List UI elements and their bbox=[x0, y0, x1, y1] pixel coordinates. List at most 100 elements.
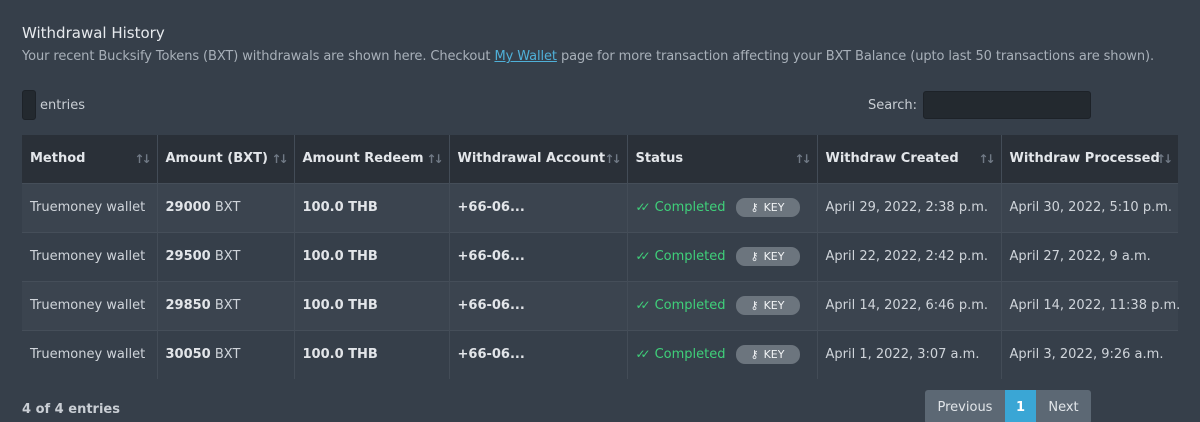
column-header-label: Amount (BXT) bbox=[165, 151, 268, 167]
cell-withdraw-created: April 14, 2022, 6:46 p.m. bbox=[817, 280, 1002, 330]
cell-amount-redeem: 100.0 THB bbox=[294, 231, 450, 281]
column-header-label: Method bbox=[30, 151, 86, 167]
next-button[interactable]: Next bbox=[1036, 390, 1091, 422]
status-text: Completed bbox=[654, 297, 726, 313]
column-header-amount[interactable]: Amount (BXT) ↑↓ bbox=[157, 135, 295, 183]
amount-value: 30050 bbox=[165, 347, 211, 363]
cell-withdraw-created: April 22, 2022, 2:42 p.m. bbox=[817, 231, 1002, 281]
key-button[interactable]: ⚷ KEY bbox=[735, 345, 800, 365]
key-button-label: KEY bbox=[763, 201, 785, 214]
key-icon: ⚷ bbox=[750, 201, 759, 214]
sort-arrows-icon: ↑↓ bbox=[604, 152, 621, 166]
cell-withdrawal-account: +66-06... bbox=[449, 280, 628, 330]
previous-button[interactable]: Previous bbox=[925, 390, 1005, 422]
column-header-withdrawal-account[interactable]: Withdrawal Account ↑↓ bbox=[449, 135, 628, 183]
amount-unit: BXT bbox=[214, 200, 241, 215]
description-text-end: page for more transaction affecting your… bbox=[556, 49, 1154, 64]
column-header-method[interactable]: Method ↑↓ bbox=[22, 135, 158, 183]
search-input[interactable] bbox=[923, 91, 1091, 119]
key-button[interactable]: ⚷ KEY bbox=[735, 198, 800, 217]
table-header-row: Method ↑↓ Amount (BXT) ↑↓ Amount Redeem ↑↓ … bbox=[22, 135, 1178, 183]
cell-amount-redeem: 100.0 THB bbox=[294, 182, 450, 232]
cell-withdraw-processed: April 27, 2022, 9 a.m. bbox=[1001, 231, 1178, 281]
key-button[interactable]: ⚷ KEY bbox=[735, 296, 800, 315]
column-header-withdraw-created[interactable]: Withdraw Created ↑↓ bbox=[817, 135, 1002, 183]
table-info: 4 of 4 entries bbox=[22, 402, 120, 417]
double-check-icon: ✓✓ bbox=[635, 347, 651, 362]
key-button-label: KEY bbox=[763, 250, 785, 263]
key-button-label: KEY bbox=[763, 299, 785, 312]
amount-value: 29500 bbox=[165, 249, 211, 264]
description-text-start: Your recent Bucksify Tokens (BXT) withdr… bbox=[22, 49, 495, 64]
key-icon: ⚷ bbox=[750, 299, 759, 312]
cell-method: Truemoney wallet bbox=[22, 280, 158, 330]
sort-arrows-icon: ↑↓ bbox=[978, 152, 995, 166]
status-text: Completed bbox=[654, 346, 726, 362]
column-header-label: Withdraw Processed bbox=[1009, 151, 1160, 167]
key-button-label: KEY bbox=[763, 348, 785, 362]
column-header-withdraw-processed[interactable]: Withdraw Processed ↑↓ bbox=[1001, 135, 1178, 183]
key-icon: ⚷ bbox=[750, 250, 759, 263]
amount-value: 29850 bbox=[165, 298, 211, 313]
cell-amount-redeem: 100.0 THB bbox=[294, 329, 450, 379]
cell-amount: 30050 BXT bbox=[157, 329, 295, 379]
column-header-status[interactable]: Status ↑↓ bbox=[627, 135, 818, 183]
cell-withdraw-processed: April 14, 2022, 11:38 p.m. bbox=[1001, 280, 1180, 330]
column-header-amount-redeem[interactable]: Amount Redeem ↑↓ bbox=[294, 135, 450, 183]
cell-amount: 29850 BXT bbox=[157, 280, 295, 330]
sort-arrows-icon: ↑↓ bbox=[271, 152, 288, 166]
search-label: Search: bbox=[867, 97, 917, 113]
cell-method: Truemoney wallet bbox=[22, 182, 158, 232]
my-wallet-link[interactable]: My Wallet bbox=[494, 49, 557, 64]
sort-arrows-icon: ↑↓ bbox=[1155, 152, 1173, 166]
status-text: Completed bbox=[654, 199, 726, 215]
sort-arrows-icon: ↑↓ bbox=[794, 152, 811, 166]
page-1-button[interactable]: 1 bbox=[1005, 390, 1036, 422]
status-badge: ✓✓ Completed bbox=[636, 298, 726, 313]
table-row: Truemoney wallet 30050 BXT 100.0 THB +66… bbox=[22, 329, 1178, 379]
cell-method: Truemoney wallet bbox=[22, 329, 158, 379]
cell-withdrawal-account: +66-06... bbox=[449, 182, 628, 232]
withdrawal-table: Method ↑↓ Amount (BXT) ↑↓ Amount Redeem ↑↓ … bbox=[22, 135, 1180, 379]
table-row: Truemoney wallet 29500 BXT 100.0 THB +66… bbox=[22, 231, 1178, 281]
cell-status: ✓✓ Completed ⚷ KEY bbox=[627, 182, 818, 232]
cell-withdraw-created: April 29, 2022, 2:38 p.m. bbox=[817, 182, 1002, 232]
status-text: Completed bbox=[654, 248, 726, 264]
page-description: Your recent Bucksify Tokens (BXT) withdr… bbox=[22, 49, 1192, 64]
entries-select[interactable] bbox=[22, 90, 36, 120]
entries-label: entries bbox=[40, 97, 86, 113]
column-header-label: Withdrawal Account bbox=[457, 151, 606, 167]
cell-status: ✓✓ Completed ⚷ KEY bbox=[627, 329, 818, 379]
column-header-label: Status bbox=[635, 151, 684, 167]
table-row: Truemoney wallet 29000 BXT 100.0 THB +66… bbox=[22, 182, 1178, 232]
double-check-icon: ✓✓ bbox=[635, 298, 651, 312]
cell-withdrawal-account: +66-06... bbox=[449, 231, 628, 281]
cell-status: ✓✓ Completed ⚷ KEY bbox=[627, 231, 818, 281]
page-title: Withdrawal History bbox=[22, 24, 165, 42]
cell-amount: 29500 BXT bbox=[157, 231, 295, 281]
sort-arrows-icon: ↑↓ bbox=[134, 152, 151, 166]
key-button[interactable]: ⚷ KEY bbox=[735, 247, 800, 266]
status-badge: ✓✓ Completed bbox=[636, 200, 726, 215]
cell-amount-redeem: 100.0 THB bbox=[294, 280, 450, 330]
status-badge: ✓✓ Completed bbox=[636, 249, 726, 264]
double-check-icon: ✓✓ bbox=[635, 249, 651, 263]
column-header-label: Amount Redeem bbox=[302, 151, 424, 167]
double-check-icon: ✓✓ bbox=[635, 200, 651, 214]
cell-amount: 29000 BXT bbox=[157, 182, 295, 232]
amount-unit: BXT bbox=[214, 298, 241, 313]
cell-withdrawal-account: +66-06... bbox=[449, 329, 628, 379]
key-icon: ⚷ bbox=[750, 348, 759, 362]
sort-arrows-icon: ↑↓ bbox=[426, 152, 443, 166]
cell-withdraw-processed: April 3, 2022, 9:26 a.m. bbox=[1001, 329, 1178, 379]
entries-control: entries bbox=[22, 90, 85, 120]
search-control: Search: bbox=[868, 91, 1091, 119]
amount-value: 29000 bbox=[165, 200, 211, 215]
cell-withdraw-created: April 1, 2022, 3:07 a.m. bbox=[817, 329, 1002, 379]
cell-withdraw-processed: April 30, 2022, 5:10 p.m. bbox=[1001, 182, 1178, 232]
table-row: Truemoney wallet 29850 BXT 100.0 THB +66… bbox=[22, 280, 1180, 330]
cell-method: Truemoney wallet bbox=[22, 231, 158, 281]
column-header-label: Withdraw Created bbox=[825, 151, 959, 167]
amount-unit: BXT bbox=[214, 347, 241, 363]
status-badge: ✓✓ Completed bbox=[636, 347, 726, 362]
